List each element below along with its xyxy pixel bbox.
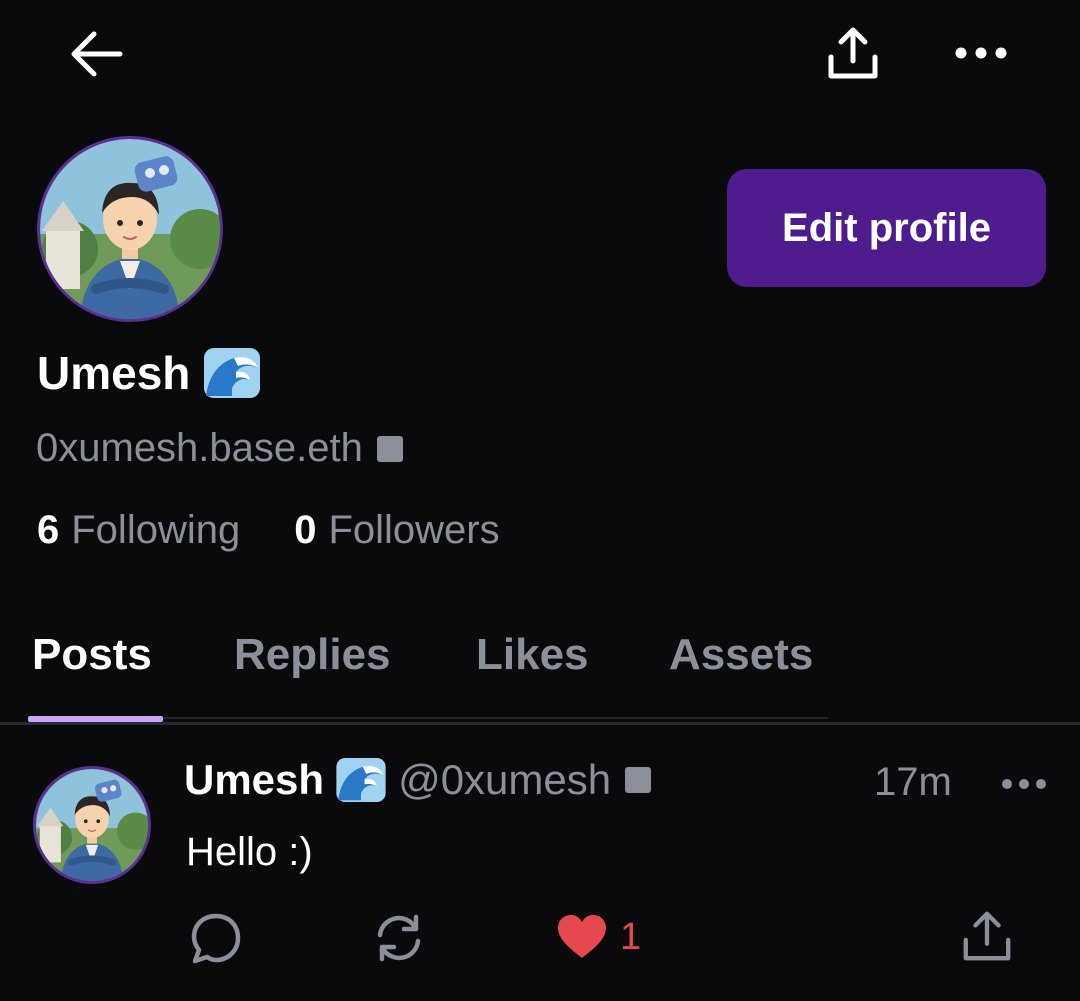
wave-emoji-icon [204,348,261,398]
post-author-handle[interactable]: @0xumesh [398,756,611,804]
following-count: 6 [37,508,60,552]
more-horizontal-icon [1002,779,1046,789]
wave-emoji-icon [336,758,386,802]
tab-assets[interactable]: Assets [669,630,813,680]
profile-avatar[interactable] [37,136,223,322]
back-button[interactable] [64,24,128,84]
post-author-avatar[interactable] [33,766,151,884]
post-author-name[interactable]: Umesh [184,756,324,804]
post-body-text: Hello :) [186,830,313,874]
verified-badge-icon [625,767,652,793]
post-more-button[interactable] [992,762,1056,806]
profile-screen: Edit profile Umesh 0xumesh.base.eth 6 Fo… [0,0,1080,1001]
post-header: Umesh @0xumesh [184,756,652,804]
share-icon [963,911,1011,961]
verified-badge-icon [376,435,403,462]
more-horizontal-icon [955,47,1007,59]
tab-replies[interactable]: Replies [234,630,391,680]
repost-icon [377,914,421,962]
like-count: 1 [620,915,642,958]
followers-stat[interactable]: 0 Followers [294,508,499,553]
share-profile-button[interactable] [820,22,886,84]
profile-display-name: Umesh [37,346,261,400]
tabs-divider [0,722,1080,725]
edit-profile-button[interactable]: Edit profile [727,169,1046,287]
comment-icon [191,913,241,964]
heart-filled-icon [558,915,606,958]
like-button[interactable]: 1 [556,910,641,964]
follow-stats: 6 Following 0 Followers [37,508,500,553]
share-post-button[interactable] [960,906,1020,966]
more-options-button[interactable] [948,28,1014,78]
display-name-text: Umesh [37,347,191,399]
profile-handle-row: 0xumesh.base.eth [36,426,403,471]
following-stat[interactable]: 6 Following [37,508,240,553]
avatar-illustration [40,139,220,319]
profile-tabs: Posts Replies Likes Assets [0,600,1080,725]
tab-likes[interactable]: Likes [476,630,589,680]
tab-posts[interactable]: Posts [32,630,152,680]
followers-count: 0 [294,508,317,552]
share-icon [828,27,878,79]
followers-label: Followers [328,508,500,552]
post-timestamp: 17m [874,760,952,804]
reply-button[interactable] [188,908,248,968]
recast-button[interactable] [370,908,432,968]
profile-handle: 0xumesh.base.eth [36,426,363,470]
arrow-left-icon [71,31,123,77]
avatar-illustration [36,769,148,881]
following-label: Following [71,508,241,552]
